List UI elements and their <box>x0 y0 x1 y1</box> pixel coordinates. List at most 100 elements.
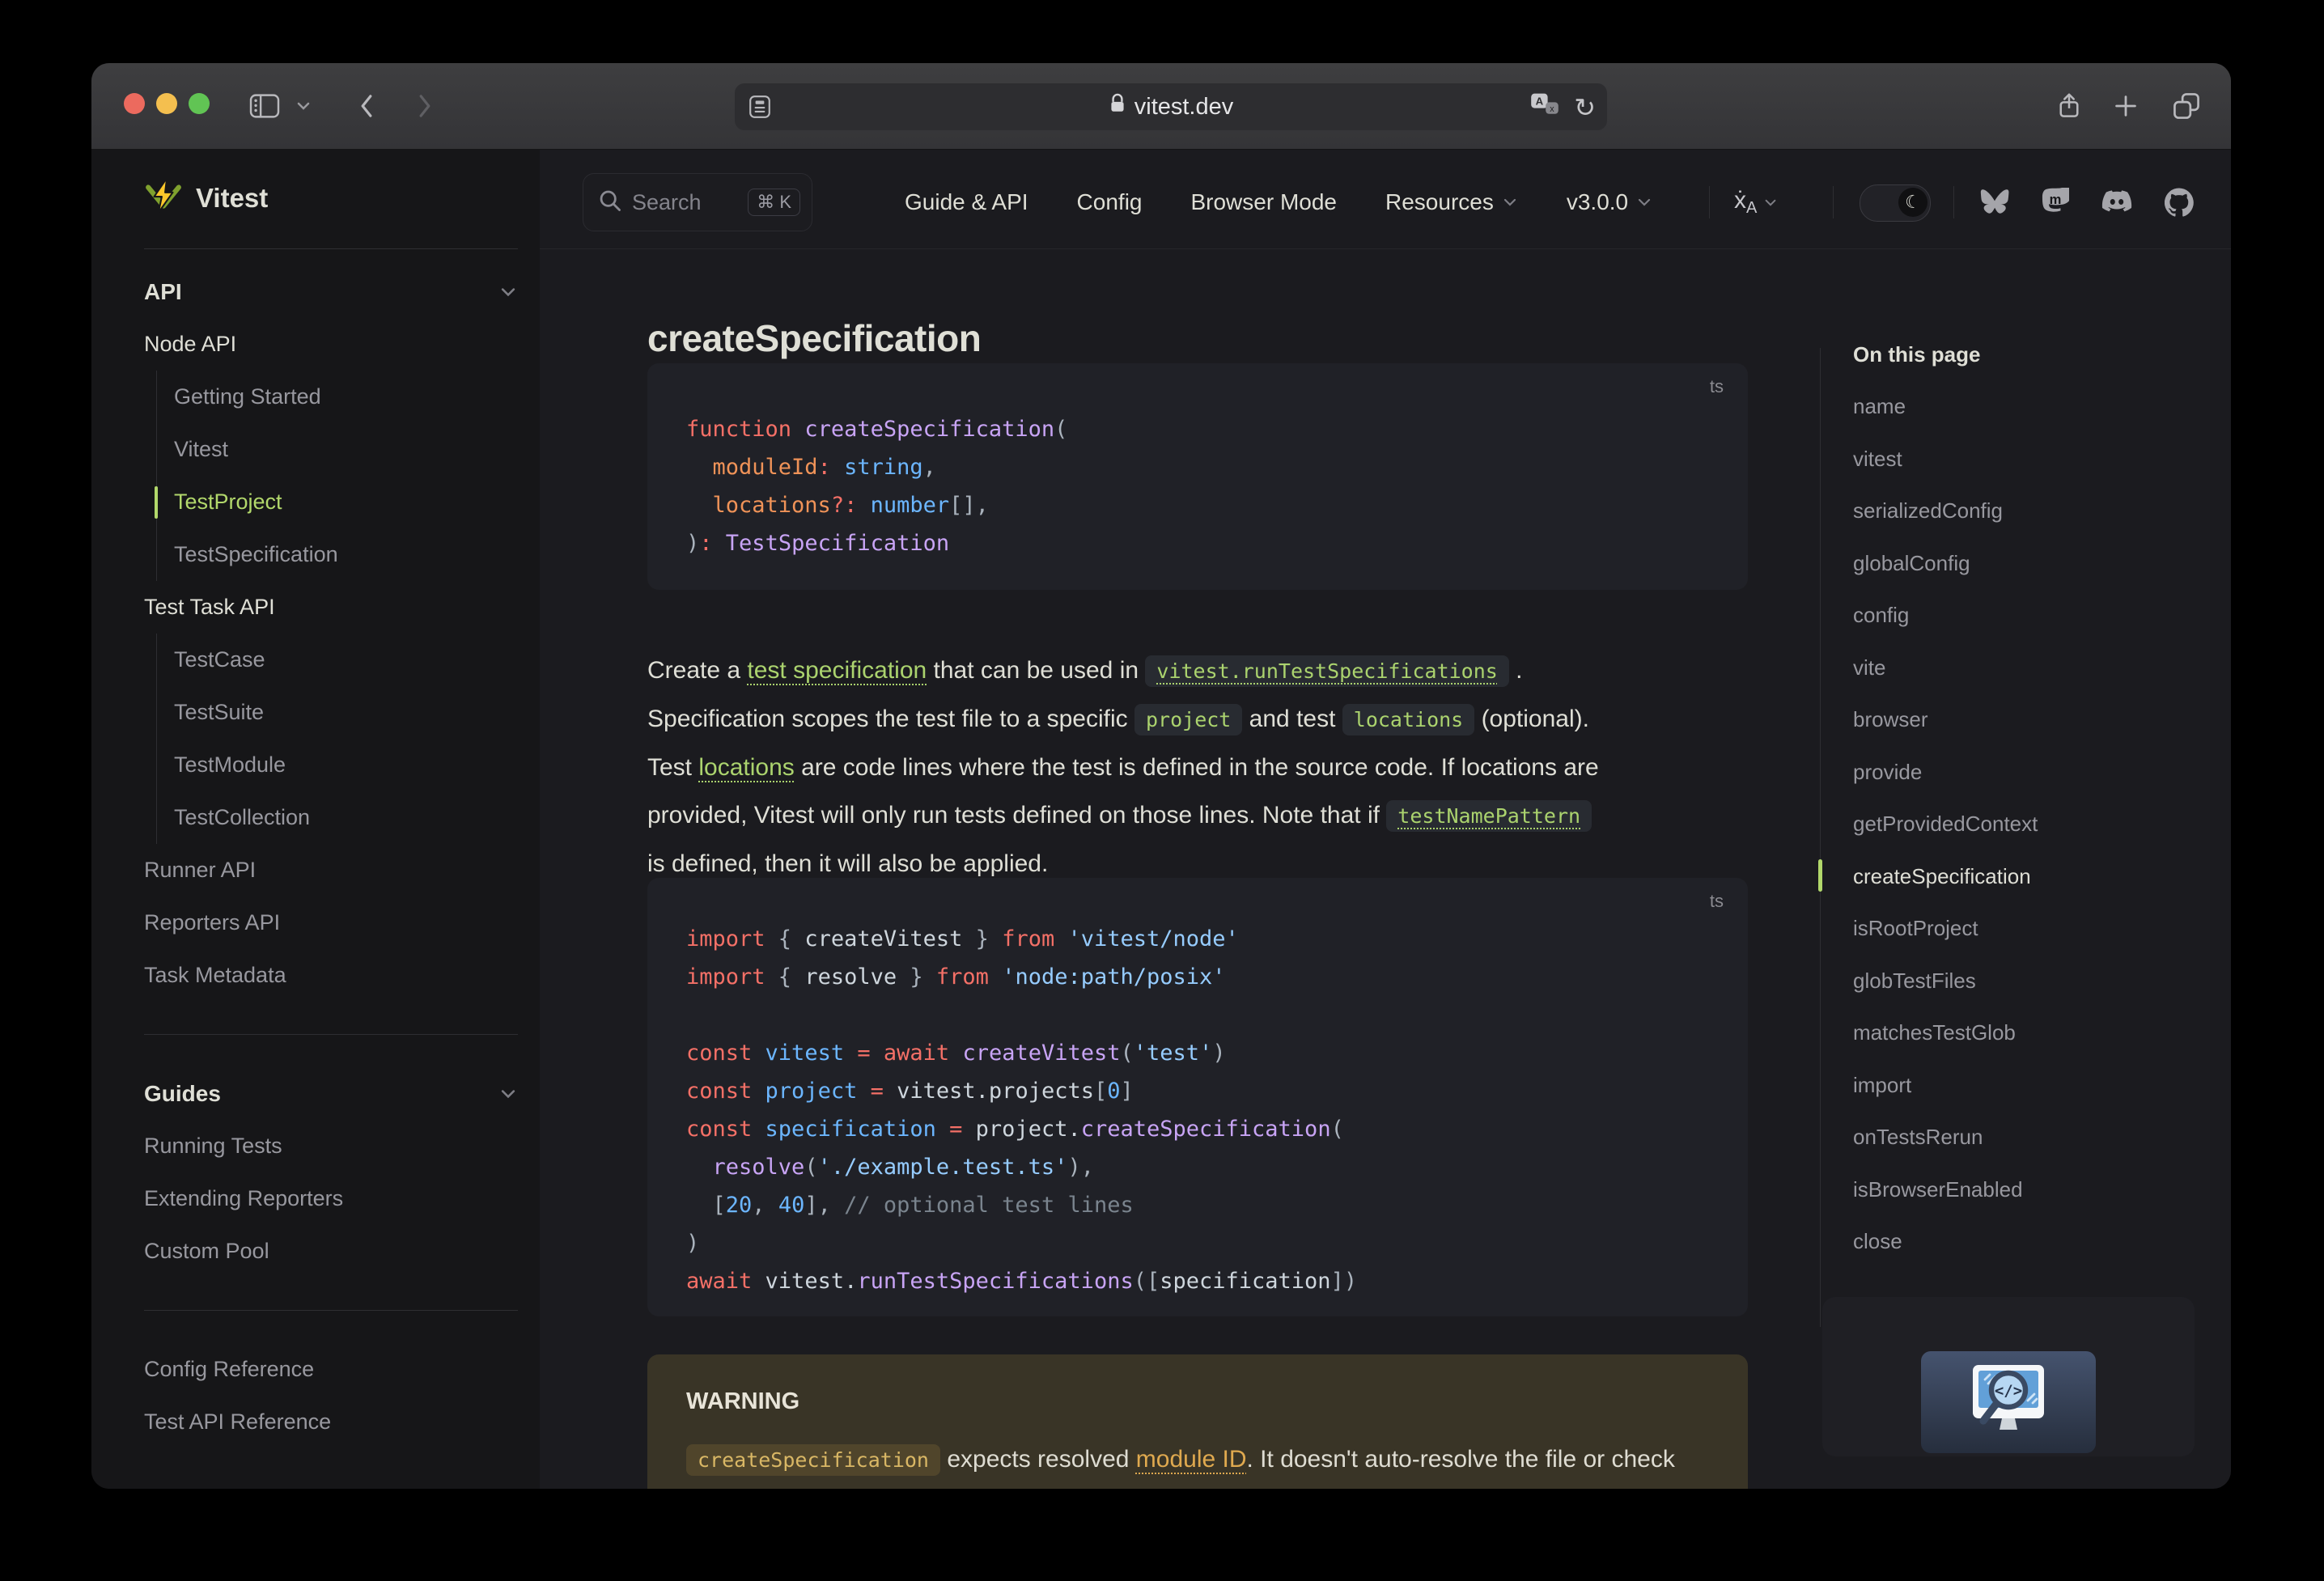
code-line: ): TestSpecification <box>686 531 950 556</box>
outline-item-vite[interactable]: vite <box>1853 642 2193 694</box>
new-tab-icon[interactable] <box>2113 93 2139 119</box>
text-run: Test <box>647 754 699 781</box>
sidebar-item-reporters-api[interactable]: Reporters API <box>144 896 518 949</box>
sidebar-menu-chevron-icon[interactable] <box>295 100 312 112</box>
browser-titlebar: vitest.dev Ax ↻ <box>91 63 2231 150</box>
sidebar-nav: API Node API Getting Started Vitest TestProj… <box>144 265 518 1448</box>
sponsor-tile: </> <box>1921 1351 2096 1453</box>
svg-text:A: A <box>1536 95 1544 107</box>
search-icon <box>598 189 622 217</box>
sidebar-item-task-metadata[interactable]: Task Metadata <box>144 949 518 1002</box>
nav-link-browser-mode[interactable]: Browser Mode <box>1190 189 1337 215</box>
navbar-links: Guide & API Config Browser Mode Resource… <box>905 173 1652 231</box>
outline-item-serializedconfig[interactable]: serializedConfig <box>1853 485 2193 537</box>
sidebar-item-testsuite[interactable]: TestSuite <box>174 686 518 739</box>
doc-link[interactable]: module ID <box>1136 1446 1247 1473</box>
code-block-signature: ts function createSpecification( moduleI… <box>647 363 1748 590</box>
github-icon[interactable] <box>2165 188 2194 217</box>
text-run: . It doesn't auto-resolve the file or ch… <box>1246 1446 1675 1473</box>
translate-language-icon: ẋA <box>1734 187 1758 217</box>
search-input[interactable]: Search ⌘ K <box>583 173 812 231</box>
sidebar-item-testcollection[interactable]: TestCollection <box>174 791 518 844</box>
vitest-logo-icon <box>144 176 183 219</box>
site-logo[interactable]: Vitest <box>144 176 268 219</box>
sidebar-item-config-reference[interactable]: Config Reference <box>144 1343 518 1396</box>
code-search-monitor-icon: </> <box>1961 1360 2055 1445</box>
outline-item-globalconfig[interactable]: globalConfig <box>1853 537 2193 590</box>
mastodon-icon[interactable]: m <box>2042 188 2069 217</box>
outline-item-isrootproject[interactable]: isRootProject <box>1853 902 2193 955</box>
outline-item-createspecification[interactable]: createSpecification <box>1853 850 2193 903</box>
search-placeholder: Search <box>632 189 702 214</box>
close-window-button[interactable] <box>124 93 145 114</box>
chevron-down-icon <box>1503 198 1516 206</box>
doc-link[interactable]: test specification <box>747 657 927 684</box>
navbar-separator <box>1953 186 1954 218</box>
sidebar-item-test-task-api[interactable]: Test Task API <box>144 581 518 634</box>
inline-code[interactable]: vitest.runTestSpecifications <box>1145 655 1509 687</box>
sidebar-group: Getting Started Vitest TestProject TestSpec… <box>155 371 518 581</box>
minimize-window-button[interactable] <box>156 93 177 114</box>
outline-item-config[interactable]: config <box>1853 589 2193 642</box>
sidebar-item-runner-api[interactable]: Runner API <box>144 844 518 896</box>
outline-item-import[interactable]: import <box>1853 1059 2193 1112</box>
sidebar-item-running-tests[interactable]: Running Tests <box>144 1120 518 1172</box>
inline-code[interactable]: testNamePattern <box>1386 800 1592 832</box>
sidebar-item-getting-started[interactable]: Getting Started <box>174 371 518 423</box>
sidebar-item-testmodule[interactable]: TestModule <box>174 739 518 791</box>
outline-item-name[interactable]: name <box>1853 380 2193 433</box>
chevron-down-icon <box>501 287 515 296</box>
sidebar-section-api[interactable]: API <box>144 265 518 318</box>
outline-item-ontestsrerun[interactable]: onTestsRerun <box>1853 1111 2193 1163</box>
sidebar-divider <box>144 1310 518 1311</box>
url-text: vitest.dev <box>1134 93 1234 120</box>
sidebar-section-label: Guides <box>144 1081 221 1106</box>
outline-item-browser[interactable]: browser <box>1853 693 2193 746</box>
sidebar-item-extending-reporters[interactable]: Extending Reporters <box>144 1172 518 1225</box>
sidebar-toggle-icon[interactable] <box>248 92 281 120</box>
reader-view-icon[interactable] <box>748 95 772 123</box>
outline-item-matchestestglob[interactable]: matchesTestGlob <box>1853 1007 2193 1059</box>
outline-item-close[interactable]: close <box>1853 1215 2193 1268</box>
sidebar-item-node-api[interactable]: Node API <box>144 318 518 371</box>
forward-button[interactable] <box>413 92 436 120</box>
sidebar-item-testproject[interactable]: TestProject <box>155 476 518 528</box>
tab-overview-icon[interactable] <box>2173 92 2200 120</box>
nav-link-guide-api[interactable]: Guide & API <box>905 189 1028 215</box>
outline-item-getprovidedcontext[interactable]: getProvidedContext <box>1853 798 2193 850</box>
translate-icon[interactable]: Ax <box>1530 92 1559 122</box>
nav-dropdown-version[interactable]: v3.0.0 <box>1567 189 1652 215</box>
code-block-2-code: import { createVitest } from 'vitest/nod… <box>686 920 1357 1300</box>
sidebar-item-custom-pool[interactable]: Custom Pool <box>144 1225 518 1278</box>
outline-item-provide[interactable]: provide <box>1853 746 2193 799</box>
site-title: Vitest <box>196 182 269 213</box>
sidebar-item-vitest[interactable]: Vitest <box>174 423 518 476</box>
language-switcher[interactable]: ẋA <box>1734 173 1778 231</box>
code-block-1-code: function createSpecification( moduleId: … <box>686 410 1067 562</box>
sidebar-item-testspecification[interactable]: TestSpecification <box>174 528 518 581</box>
doc-link[interactable]: locations <box>698 754 794 781</box>
reload-icon[interactable]: ↻ <box>1574 95 1596 121</box>
outline-item-globtestfiles[interactable]: globTestFiles <box>1853 955 2193 1007</box>
outline-item-isbrowserenabled[interactable]: isBrowserEnabled <box>1853 1163 2193 1216</box>
sidebar-item-test-api-reference[interactable]: Test API Reference <box>144 1396 518 1448</box>
nav-dropdown-resources[interactable]: Resources <box>1385 189 1518 215</box>
svg-text:</>: </> <box>1995 1382 2022 1400</box>
nav-link-config[interactable]: Config <box>1077 189 1143 215</box>
code-line: const vitest = await createVitest('test'… <box>686 1041 1226 1066</box>
theme-toggle[interactable]: ☾ <box>1860 184 1931 222</box>
sponsor-card[interactable]: </> <box>1822 1297 2195 1456</box>
inline-code: createSpecification <box>686 1444 940 1476</box>
share-icon[interactable] <box>2056 91 2082 121</box>
sidebar-section-guides[interactable]: Guides <box>144 1067 518 1120</box>
discord-icon[interactable] <box>2101 190 2132 214</box>
sidebar-item-testcase[interactable]: TestCase <box>174 634 518 686</box>
zoom-window-button[interactable] <box>189 93 210 114</box>
address-bar[interactable]: vitest.dev Ax ↻ <box>735 83 1607 130</box>
code-block-example: ts import { createVitest } from 'vitest/… <box>647 878 1748 1316</box>
bluesky-icon[interactable] <box>1980 189 2009 215</box>
chevron-down-icon <box>1765 199 1776 206</box>
back-button[interactable] <box>355 92 378 120</box>
outline-item-vitest[interactable]: vitest <box>1853 433 2193 485</box>
